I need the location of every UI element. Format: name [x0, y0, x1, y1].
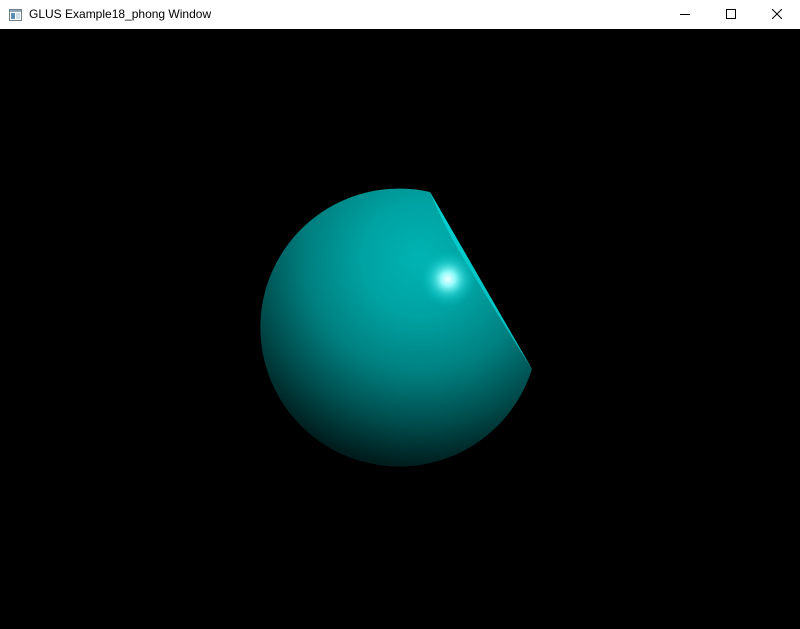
- maximize-icon: [726, 6, 736, 24]
- close-icon: [771, 6, 783, 24]
- minimize-icon: [680, 6, 690, 24]
- sphere: [260, 188, 532, 467]
- minimize-button[interactable]: [662, 0, 708, 29]
- title-bar[interactable]: GLUS Example18_phong Window: [0, 0, 800, 29]
- render-canvas[interactable]: [0, 29, 800, 629]
- specular-highlight: [420, 251, 476, 307]
- window-title: GLUS Example18_phong Window: [29, 7, 212, 21]
- maximize-button[interactable]: [708, 0, 754, 29]
- app-window: GLUS Example18_phong Window: [0, 0, 800, 629]
- close-button[interactable]: [754, 0, 800, 29]
- app-window-icon: [9, 8, 22, 21]
- scene-svg: [260, 188, 532, 467]
- sphere-body: [260, 188, 532, 467]
